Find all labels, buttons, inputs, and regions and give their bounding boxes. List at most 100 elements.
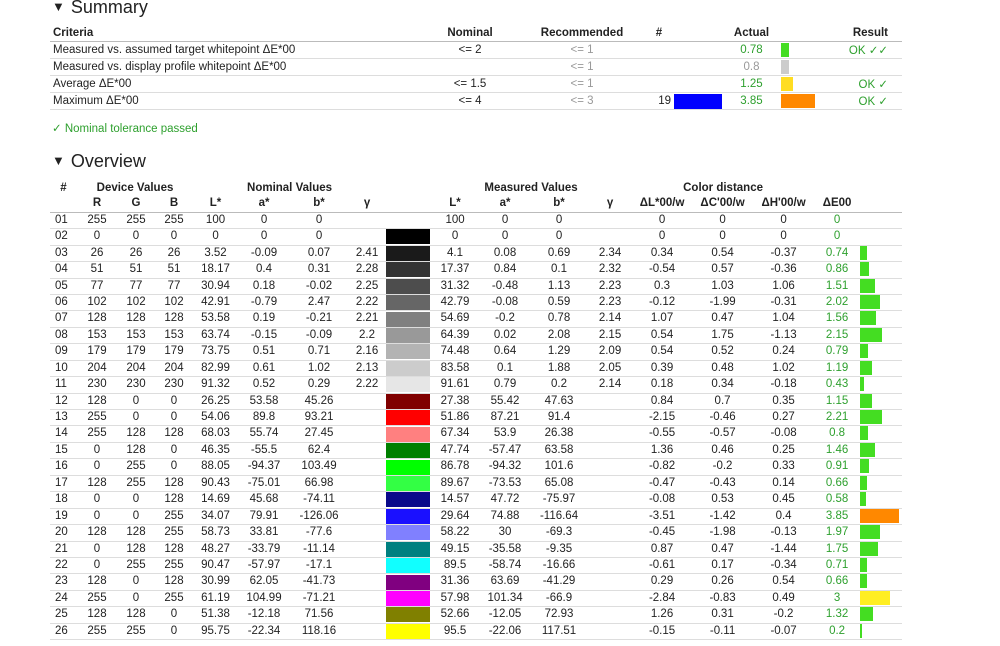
collapse-triangle-icon[interactable]: ▼	[52, 0, 65, 14]
delta-l: -0.54	[632, 261, 693, 279]
color-swatch	[386, 294, 431, 312]
color-swatch	[386, 541, 431, 558]
color-swatch	[386, 228, 431, 246]
delta-e-bar-fill	[860, 393, 873, 408]
patch-color-swatch	[386, 525, 431, 541]
measured-a: -12.05	[480, 606, 531, 624]
summary-delta-bar	[781, 77, 793, 91]
nominal-b: 0	[290, 212, 349, 230]
summary-nominal: <= 4	[420, 92, 520, 110]
summary-actual: 0.8	[722, 58, 781, 76]
delta-h: 0.14	[753, 475, 815, 493]
nominal-a: 0.61	[238, 360, 291, 378]
summary-actual: 3.85	[722, 92, 781, 110]
nominal-l: 14.69	[193, 491, 239, 509]
measured-a: -57.47	[480, 442, 531, 460]
nominal-b: 103.49	[290, 458, 349, 476]
nominal-a: 0.19	[238, 310, 291, 328]
device-b: 128	[155, 310, 194, 328]
delta-e-bar	[860, 508, 903, 526]
nominal-a: -12.18	[238, 606, 291, 624]
device-b: 255	[155, 508, 194, 526]
delta-e-bar	[860, 228, 903, 246]
delta-h: 0.24	[753, 343, 815, 361]
device-r: 255	[77, 212, 117, 230]
color-swatch	[386, 508, 431, 526]
device-b: 255	[155, 557, 194, 575]
overview-row: 20 128 128 255 58.73 33.81 -77.6 58.22 30 -69.3 -0…	[50, 524, 903, 542]
nominal-b: -126.06	[290, 508, 349, 526]
patch-color-swatch	[386, 607, 431, 623]
delta-l: -0.61	[632, 557, 693, 575]
nominal-l: 18.17	[193, 261, 239, 279]
measured-b: -69.3	[530, 524, 589, 542]
delta-e-bar	[860, 623, 903, 641]
measured-a: 53.9	[480, 425, 531, 443]
device-g: 0	[117, 228, 155, 246]
nominal-gamma: 2.28	[348, 261, 387, 279]
index-header: #	[60, 182, 67, 194]
nominal-b: 93.21	[290, 409, 349, 427]
nominal-b: -41.73	[290, 573, 349, 591]
patch-number: 19	[50, 508, 77, 526]
overview-heading[interactable]: ▼ Overview	[52, 151, 146, 172]
summary-actual: 0.78	[722, 41, 781, 59]
measured-b: -41.29	[530, 573, 589, 591]
delta-h: 1.04	[753, 310, 815, 328]
measured-a: 0.08	[480, 245, 531, 263]
de-group-header	[814, 181, 902, 196]
nominal-a: -22.34	[238, 623, 291, 641]
measured-gamma	[588, 623, 633, 641]
color-swatch	[386, 376, 431, 394]
device-r: 0	[77, 541, 117, 558]
nominal-b: -71.21	[290, 590, 349, 608]
delta-e: 0.58	[814, 491, 861, 509]
nominal-l: 91.32	[193, 376, 239, 394]
delta-e-header: ΔE00	[814, 196, 861, 213]
measured-b: -116.64	[530, 508, 589, 526]
delta-e-bar-fill	[860, 475, 868, 490]
delta-e: 0.43	[814, 376, 861, 394]
nominal-l: 90.47	[193, 557, 239, 575]
patch-color-swatch	[386, 541, 431, 557]
device-g: 0	[117, 393, 155, 411]
summary-swatch	[674, 92, 722, 110]
patch-number: 26	[50, 623, 77, 641]
nominal-b: 62.4	[290, 442, 349, 460]
nominal-gamma: 2.25	[348, 278, 387, 295]
nominal-l: 42.91	[193, 294, 239, 312]
swatch-sub-header	[386, 196, 431, 213]
patch-number: 23	[50, 573, 77, 591]
device-b: 102	[155, 294, 194, 312]
collapse-triangle-icon[interactable]: ▼	[52, 153, 65, 168]
delta-e: 0.74	[814, 245, 861, 263]
delta-l: 1.26	[632, 606, 693, 624]
patch-number: 10	[50, 360, 77, 378]
color-swatch	[386, 393, 431, 411]
nominal-a: 33.81	[238, 524, 291, 542]
device-b: 0	[155, 623, 194, 641]
device-r: 204	[77, 360, 117, 378]
device-b: 0	[155, 442, 194, 460]
nominal-gamma	[348, 491, 387, 509]
summary-heading[interactable]: ▼ Summary	[52, 0, 148, 18]
nominal-b: 0.71	[290, 343, 349, 361]
device-r: 128	[77, 524, 117, 542]
delta-e: 0.66	[814, 573, 861, 591]
device-r: 230	[77, 376, 117, 394]
measured-l: 51.86	[430, 409, 481, 427]
overview-row: 07 128 128 128 53.58 0.19 -0.21 2.21 54.69 -0.2 0.…	[50, 310, 903, 328]
measured-l-header: L*	[430, 196, 481, 213]
delta-e-bar-fill	[860, 344, 869, 359]
nominal-gamma	[348, 212, 387, 230]
color-swatch	[386, 409, 431, 427]
delta-l: 0.3	[632, 278, 693, 295]
nominal-l: 88.05	[193, 458, 239, 476]
delta-l: 0.34	[632, 245, 693, 263]
delta-e-bar	[860, 590, 903, 608]
device-r: 255	[77, 623, 117, 641]
delta-e: 0.2	[814, 623, 861, 641]
nominal-b: 0.31	[290, 261, 349, 279]
delta-c: 0.17	[692, 557, 754, 575]
color-swatch	[386, 245, 431, 263]
